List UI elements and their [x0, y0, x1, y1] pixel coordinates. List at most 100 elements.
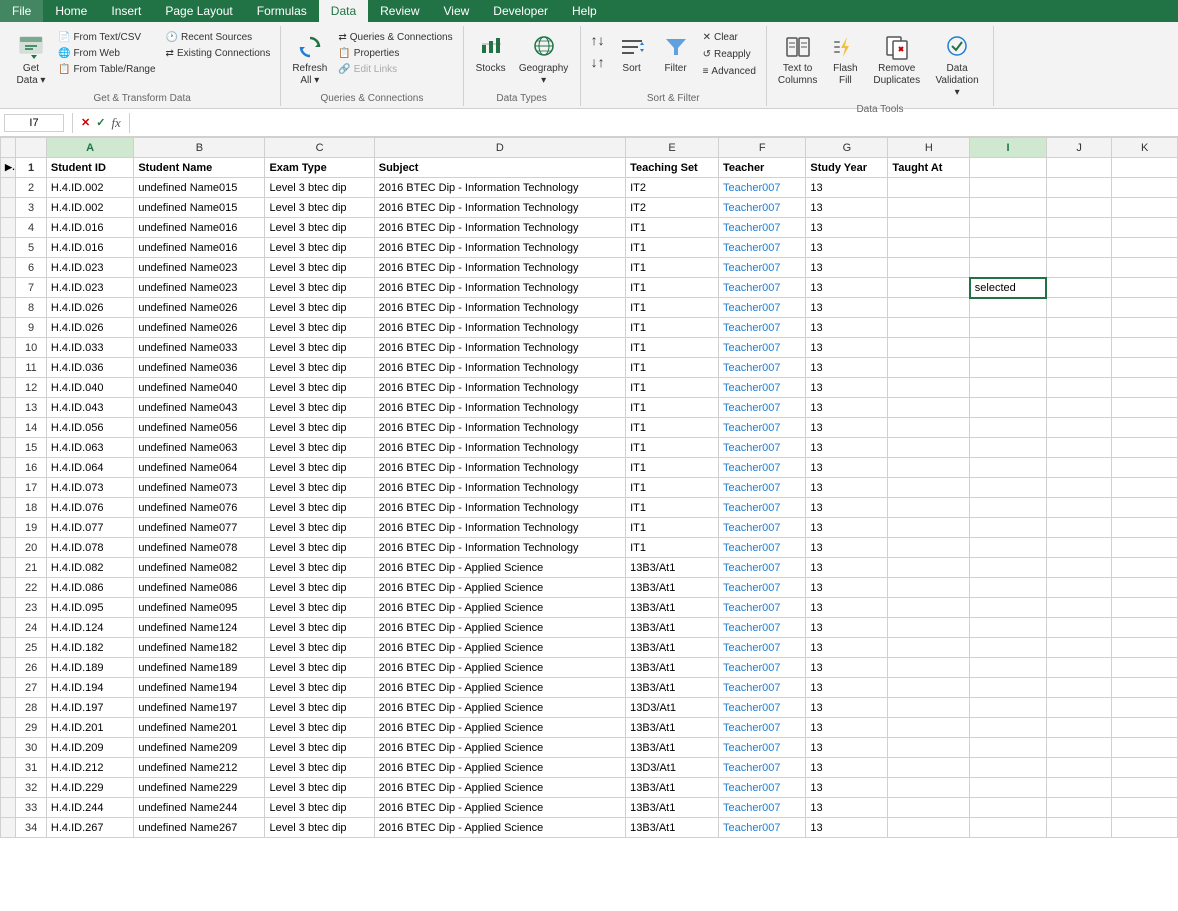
cell-d5[interactable]: 2016 BTEC Dip - Information Technology: [374, 238, 625, 258]
cell-i20[interactable]: [970, 538, 1046, 558]
cell-k27[interactable]: [1112, 678, 1178, 698]
cell-i34[interactable]: [970, 818, 1046, 838]
col-header-g[interactable]: G: [806, 138, 888, 158]
sort-desc-button[interactable]: ↓↑: [587, 52, 609, 72]
cell-c8[interactable]: Level 3 btec dip: [265, 298, 374, 318]
cell-g9[interactable]: 13: [806, 318, 888, 338]
recent-sources-button[interactable]: 🕐 Recent Sources: [162, 30, 275, 45]
cell-g26[interactable]: 13: [806, 658, 888, 678]
cell-a20[interactable]: H.4.ID.078: [46, 538, 133, 558]
cell-f10[interactable]: Teacher007: [718, 338, 805, 358]
cell-f22[interactable]: Teacher007: [718, 578, 805, 598]
cell-f7[interactable]: Teacher007: [718, 278, 805, 298]
cell-b3[interactable]: undefined Name015: [134, 198, 265, 218]
cell-a6[interactable]: H.4.ID.023: [46, 258, 133, 278]
cell-c18[interactable]: Level 3 btec dip: [265, 498, 374, 518]
cell-e9[interactable]: IT1: [626, 318, 719, 338]
cell-i28[interactable]: [970, 698, 1046, 718]
cell-g22[interactable]: 13: [806, 578, 888, 598]
cell-i12[interactable]: [970, 378, 1046, 398]
cell-e22[interactable]: 13B3/At1: [626, 578, 719, 598]
cell-h30[interactable]: [888, 738, 970, 758]
cell-c30[interactable]: Level 3 btec dip: [265, 738, 374, 758]
cell-k7[interactable]: [1112, 278, 1178, 298]
cell-d29[interactable]: 2016 BTEC Dip - Applied Science: [374, 718, 625, 738]
cell-b22[interactable]: undefined Name086: [134, 578, 265, 598]
cancel-formula-icon[interactable]: ✕: [81, 116, 90, 129]
cell-b9[interactable]: undefined Name026: [134, 318, 265, 338]
from-table-range-button[interactable]: 📋 From Table/Range: [54, 62, 160, 77]
cell-k19[interactable]: [1112, 518, 1178, 538]
cell-c11[interactable]: Level 3 btec dip: [265, 358, 374, 378]
cell-k17[interactable]: [1112, 478, 1178, 498]
cell-h26[interactable]: [888, 658, 970, 678]
cell-h12[interactable]: [888, 378, 970, 398]
cell-d17[interactable]: 2016 BTEC Dip - Information Technology: [374, 478, 625, 498]
cell-b4[interactable]: undefined Name016: [134, 218, 265, 238]
cell-d13[interactable]: 2016 BTEC Dip - Information Technology: [374, 398, 625, 418]
cell-d12[interactable]: 2016 BTEC Dip - Information Technology: [374, 378, 625, 398]
col-header-e[interactable]: E: [626, 138, 719, 158]
queries-connections-button[interactable]: ⇄ Queries & Connections: [334, 30, 456, 45]
confirm-formula-icon[interactable]: ✓: [96, 116, 105, 129]
cell-j19[interactable]: [1046, 518, 1112, 538]
cell-g23[interactable]: 13: [806, 598, 888, 618]
cell-d4[interactable]: 2016 BTEC Dip - Information Technology: [374, 218, 625, 238]
cell-e33[interactable]: 13B3/At1: [626, 798, 719, 818]
cell-b29[interactable]: undefined Name201: [134, 718, 265, 738]
cell-b12[interactable]: undefined Name040: [134, 378, 265, 398]
cell-h14[interactable]: [888, 418, 970, 438]
cell-c6[interactable]: Level 3 btec dip: [265, 258, 374, 278]
cell-e5[interactable]: IT1: [626, 238, 719, 258]
cell-k4[interactable]: [1112, 218, 1178, 238]
cell-a27[interactable]: H.4.ID.194: [46, 678, 133, 698]
cell-g24[interactable]: 13: [806, 618, 888, 638]
cell-f6[interactable]: Teacher007: [718, 258, 805, 278]
cell-f18[interactable]: Teacher007: [718, 498, 805, 518]
cell-j12[interactable]: [1046, 378, 1112, 398]
geography-button[interactable]: Geography ▾: [514, 28, 574, 90]
cell-i13[interactable]: [970, 398, 1046, 418]
cell-i6[interactable]: [970, 258, 1046, 278]
cell-g32[interactable]: 13: [806, 778, 888, 798]
cell-h22[interactable]: [888, 578, 970, 598]
header-teacher[interactable]: Teacher: [718, 158, 805, 178]
cell-f20[interactable]: Teacher007: [718, 538, 805, 558]
cell-b31[interactable]: undefined Name212: [134, 758, 265, 778]
cell-g3[interactable]: 13: [806, 198, 888, 218]
cell-e20[interactable]: IT1: [626, 538, 719, 558]
cell-k6[interactable]: [1112, 258, 1178, 278]
cell-f31[interactable]: Teacher007: [718, 758, 805, 778]
cell-e8[interactable]: IT1: [626, 298, 719, 318]
cell-e10[interactable]: IT1: [626, 338, 719, 358]
cell-c15[interactable]: Level 3 btec dip: [265, 438, 374, 458]
spreadsheet[interactable]: A B C D E F G H I J K ▶ 1 Student ID Stu…: [0, 137, 1178, 888]
cell-a14[interactable]: H.4.ID.056: [46, 418, 133, 438]
cell-a3[interactable]: H.4.ID.002: [46, 198, 133, 218]
cell-i15[interactable]: [970, 438, 1046, 458]
cell-c16[interactable]: Level 3 btec dip: [265, 458, 374, 478]
cell-b34[interactable]: undefined Name267: [134, 818, 265, 838]
cell-g10[interactable]: 13: [806, 338, 888, 358]
cell-d34[interactable]: 2016 BTEC Dip - Applied Science: [374, 818, 625, 838]
cell-i21[interactable]: [970, 558, 1046, 578]
cell-b10[interactable]: undefined Name033: [134, 338, 265, 358]
cell-b11[interactable]: undefined Name036: [134, 358, 265, 378]
cell-b27[interactable]: undefined Name194: [134, 678, 265, 698]
cell-d24[interactable]: 2016 BTEC Dip - Applied Science: [374, 618, 625, 638]
tab-insert[interactable]: Insert: [99, 0, 153, 22]
col-header-b[interactable]: B: [134, 138, 265, 158]
cell-i32[interactable]: [970, 778, 1046, 798]
cell-h3[interactable]: [888, 198, 970, 218]
cell-j3[interactable]: [1046, 198, 1112, 218]
cell-i19[interactable]: [970, 518, 1046, 538]
cell-h5[interactable]: [888, 238, 970, 258]
cell-b16[interactable]: undefined Name064: [134, 458, 265, 478]
stocks-button[interactable]: Stocks: [470, 28, 512, 78]
cell-d18[interactable]: 2016 BTEC Dip - Information Technology: [374, 498, 625, 518]
cell-h7[interactable]: [888, 278, 970, 298]
clear-button[interactable]: ✕ Clear: [699, 30, 760, 45]
cell-h17[interactable]: [888, 478, 970, 498]
cell-b26[interactable]: undefined Name189: [134, 658, 265, 678]
col-header-k[interactable]: K: [1112, 138, 1178, 158]
